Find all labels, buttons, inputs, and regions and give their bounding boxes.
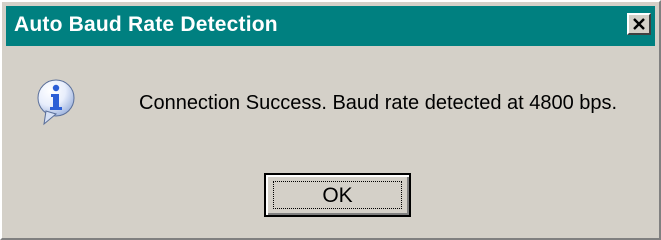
title-bar[interactable]: Auto Baud Rate Detection bbox=[6, 6, 655, 46]
close-button[interactable] bbox=[627, 13, 651, 35]
close-x-icon bbox=[633, 18, 645, 30]
ok-button[interactable]: OK bbox=[264, 173, 411, 217]
information-icon bbox=[36, 78, 76, 128]
message-text: Connection Success. Baud rate detected a… bbox=[139, 92, 618, 114]
dialog-window: Auto Baud Rate Detection Connection Succ… bbox=[0, 0, 661, 240]
dialog-title: Auto Baud Rate Detection bbox=[14, 13, 278, 36]
ok-button-label: OK bbox=[322, 184, 353, 207]
